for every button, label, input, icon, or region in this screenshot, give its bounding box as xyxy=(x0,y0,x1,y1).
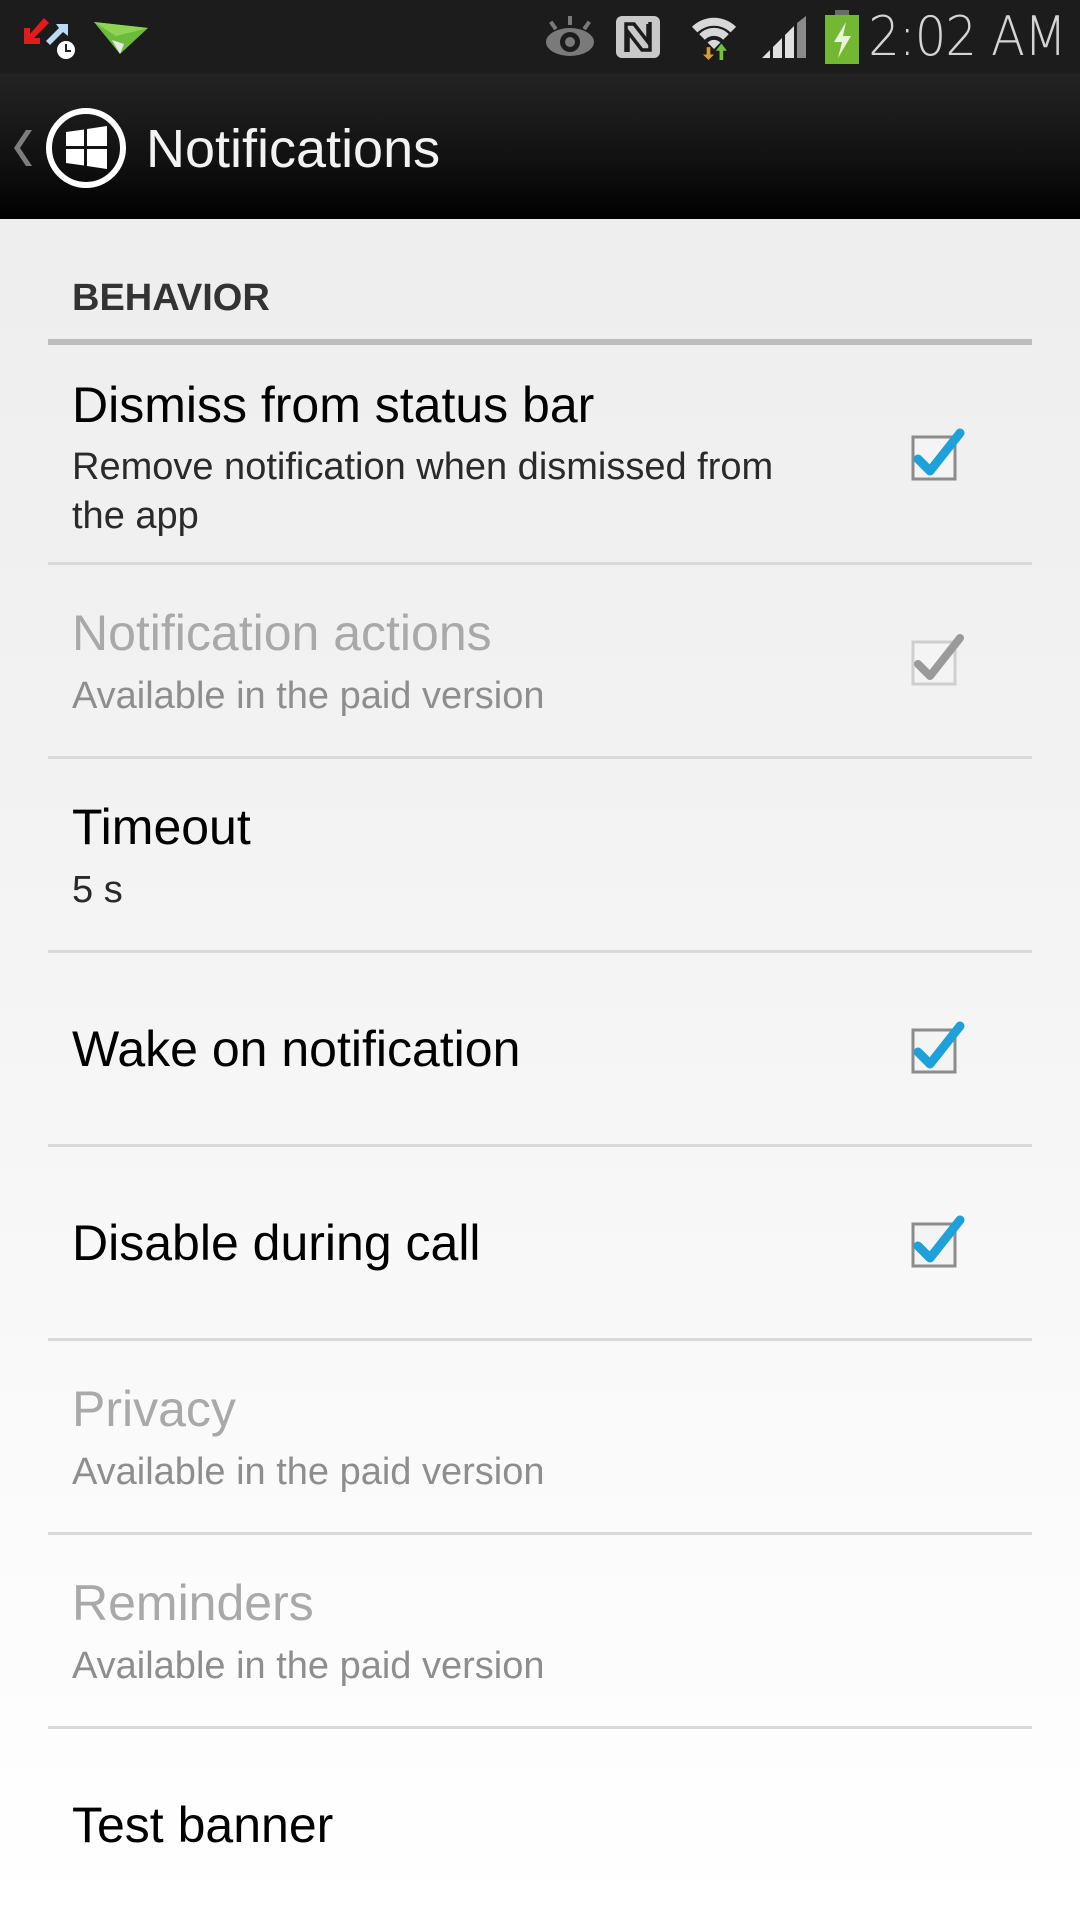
chevron-left-icon xyxy=(14,130,32,166)
pref-summary: Available in the paid version xyxy=(72,1645,545,1687)
eye-icon xyxy=(546,16,594,56)
pref-summary: Available in the paid version xyxy=(72,1451,545,1493)
battery-charging-icon xyxy=(825,10,859,64)
up-button[interactable] xyxy=(0,74,132,219)
status-bar: 2:02 AM xyxy=(0,0,1080,74)
pref-title: Timeout xyxy=(72,799,251,855)
clock: 2:02 AM xyxy=(868,5,1067,68)
pref-title: Privacy xyxy=(72,1381,236,1437)
wifi-data-icon xyxy=(691,17,737,60)
airdroid-paper-plane-icon xyxy=(94,22,148,54)
pref-summary: 5 s xyxy=(72,869,123,911)
pref-title: Notification actions xyxy=(72,605,492,661)
pref-title: Wake on notification xyxy=(72,1021,521,1077)
pref-title: Reminders xyxy=(72,1575,314,1631)
category-title: BEHAVIOR xyxy=(72,277,270,319)
pref-reminders: Reminders Available in the paid version xyxy=(48,1535,1032,1729)
pref-test-banner[interactable]: Test banner xyxy=(48,1729,1032,1920)
checkbox-checked[interactable] xyxy=(904,423,966,485)
windows-logo-icon xyxy=(46,108,126,188)
checkbox-checked[interactable] xyxy=(904,1210,966,1272)
page-title: Notifications xyxy=(146,119,441,179)
checkbox-checked[interactable] xyxy=(904,1016,966,1078)
checkbox-checked-disabled xyxy=(911,634,964,686)
pref-summary: Available in the paid version xyxy=(72,675,545,717)
nfc-icon xyxy=(616,16,660,58)
cell-signal-icon xyxy=(762,16,806,58)
pref-title: Dismiss from status bar xyxy=(72,377,595,433)
pref-timeout[interactable]: Timeout 5 s xyxy=(48,759,1032,953)
pref-wake-on-notification[interactable]: Wake on notification xyxy=(48,953,1032,1147)
category-header-behavior: BEHAVIOR xyxy=(48,219,1032,345)
pref-dismiss-from-status-bar[interactable]: Dismiss from status bar Remove notificat… xyxy=(48,345,1032,565)
sync-transfer-icon xyxy=(24,18,75,59)
pref-notification-actions: Notification actions Available in the pa… xyxy=(48,565,1032,759)
pref-privacy: Privacy Available in the paid version xyxy=(48,1341,1032,1535)
pref-title: Test banner xyxy=(72,1797,334,1853)
pref-disable-during-call[interactable]: Disable during call xyxy=(48,1147,1032,1341)
pref-title: Disable during call xyxy=(72,1215,481,1271)
action-bar: Notifications xyxy=(0,74,1080,219)
pref-summary: Remove notification when dismissed from … xyxy=(72,446,774,537)
